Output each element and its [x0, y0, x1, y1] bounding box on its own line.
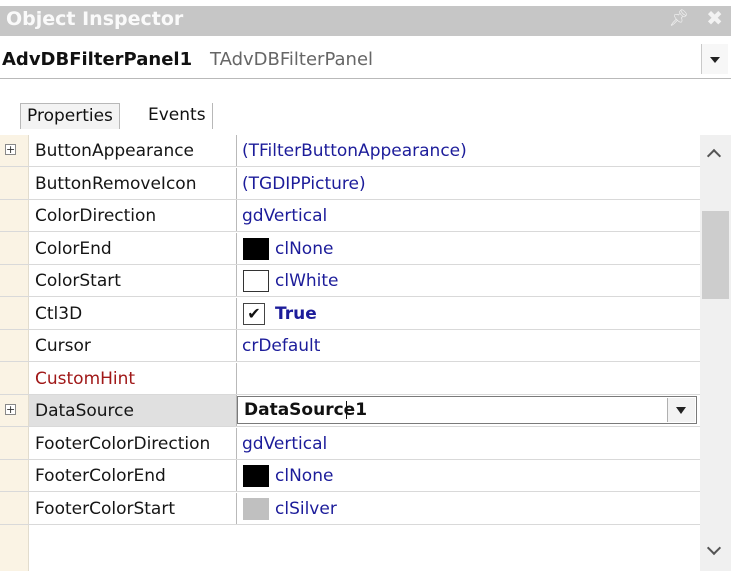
property-value-cell[interactable]: DataSource1 — [237, 395, 700, 426]
property-name-cell[interactable]: FooterColorStart — [29, 492, 237, 524]
property-value-cell[interactable]: clWhite — [237, 265, 700, 296]
property-name: FooterColorStart — [35, 498, 176, 519]
property-name-cell[interactable]: DataSource — [29, 395, 237, 426]
property-value: (TFilterButtonAppearance) — [242, 141, 467, 161]
property-row[interactable]: Cursor crDefault — [0, 330, 700, 362]
pin-icon[interactable]: 📌︎ — [669, 8, 689, 27]
property-name-cell[interactable]: ColorEnd — [29, 232, 237, 264]
object-name: AdvDBFilterPanel1 — [2, 49, 193, 70]
property-value-cell[interactable]: clNone — [237, 460, 700, 491]
property-name-cell[interactable]: ColorStart — [29, 265, 237, 296]
color-swatch — [243, 465, 269, 487]
scroll-thumb[interactable] — [702, 211, 729, 299]
property-name: Ctl3D — [35, 303, 83, 324]
property-value: gdVertical — [242, 206, 328, 226]
vertical-scrollbar[interactable] — [700, 135, 731, 571]
property-row[interactable]: ColorStart clWhite — [0, 265, 700, 297]
property-value: crDefault — [242, 336, 321, 356]
property-value: clWhite — [275, 271, 339, 291]
tab-strip: Properties Events — [0, 79, 731, 129]
property-name-cell[interactable]: FooterColorEnd — [29, 460, 237, 491]
property-name: ColorDirection — [35, 206, 157, 226]
chevron-down-icon[interactable] — [667, 398, 695, 422]
property-name: ColorStart — [35, 271, 121, 291]
property-row[interactable]: Ctl3D ✔ True — [0, 297, 700, 330]
property-row[interactable]: FooterColorEnd clNone — [0, 460, 700, 492]
property-value-cell[interactable]: gdVertical — [237, 200, 700, 231]
title-bar: Object Inspector 📌︎ ✖ — [0, 0, 731, 36]
scroll-down-icon[interactable] — [700, 531, 731, 571]
expand-icon[interactable]: + — [5, 144, 16, 155]
property-value-cell[interactable]: (TFilterButtonAppearance) — [237, 135, 700, 166]
color-swatch — [243, 497, 269, 520]
property-row[interactable]: ButtonRemoveIcon (TGDIPPicture) — [0, 167, 700, 200]
property-name: ColorEnd — [35, 238, 112, 259]
close-icon[interactable]: ✖ — [706, 6, 723, 30]
object-type: TAdvDBFilterPanel — [210, 49, 374, 70]
property-value: clNone — [275, 238, 334, 259]
color-swatch — [243, 237, 269, 260]
object-dropdown-button[interactable] — [701, 44, 728, 74]
tab-events[interactable]: Events — [142, 103, 213, 129]
property-value: clSilver — [275, 498, 337, 519]
combo-value[interactable]: DataSource1 — [244, 400, 367, 420]
property-name: CustomHint — [35, 368, 136, 389]
object-selector[interactable]: AdvDBFilterPanel1 TAdvDBFilterPanel — [0, 40, 731, 79]
property-value-cell[interactable]: clSilver — [237, 493, 700, 524]
property-value-cell[interactable]: (TGDIPPicture) — [237, 168, 700, 199]
checkbox-checked[interactable]: ✔ — [243, 302, 265, 325]
property-row[interactable]: ColorDirection gdVertical — [0, 200, 700, 232]
property-row[interactable]: FooterColorStart clSilver — [0, 492, 700, 525]
property-name-cell[interactable]: CustomHint — [29, 362, 237, 394]
property-name-cell[interactable]: ButtonAppearance — [29, 135, 237, 166]
property-name: Cursor — [35, 336, 91, 356]
property-value-cell[interactable]: crDefault — [237, 330, 700, 361]
property-name: FooterColorDirection — [35, 433, 211, 454]
datasource-combo[interactable]: DataSource1 — [237, 396, 697, 424]
property-value-cell[interactable] — [237, 363, 700, 394]
property-value-cell[interactable]: ✔ True — [237, 298, 700, 329]
property-name: DataSource — [35, 401, 134, 421]
property-row[interactable]: FooterColorDirection gdVertical — [0, 427, 700, 460]
property-name-cell[interactable]: Ctl3D — [29, 297, 237, 329]
scroll-up-icon[interactable] — [700, 135, 731, 175]
property-name-cell[interactable]: FooterColorDirection — [29, 427, 237, 459]
property-row[interactable]: + ButtonAppearance (TFilterButtonAppearanc… — [0, 135, 700, 167]
property-value: clNone — [275, 466, 334, 486]
property-row[interactable]: ColorEnd clNone — [0, 232, 700, 265]
property-value: True — [275, 303, 317, 324]
property-grid: + ButtonAppearance (TFilterButtonAppearanc… — [0, 135, 731, 571]
property-name: FooterColorEnd — [35, 466, 166, 486]
property-value: (TGDIPPicture) — [242, 173, 366, 194]
property-row[interactable]: + DataSource DataSource1 — [0, 395, 700, 427]
property-name-cell[interactable]: ButtonRemoveIcon — [29, 167, 237, 199]
expand-icon[interactable]: + — [5, 404, 16, 415]
text-caret — [346, 401, 347, 419]
property-name-cell[interactable]: Cursor — [29, 330, 237, 361]
window-title: Object Inspector — [6, 8, 184, 30]
property-value: gdVertical — [242, 433, 328, 454]
property-row[interactable]: CustomHint — [0, 362, 700, 395]
property-name-cell[interactable]: ColorDirection — [29, 200, 237, 231]
property-value-cell[interactable]: clNone — [237, 233, 700, 264]
property-name: ButtonRemoveIcon — [35, 173, 197, 194]
property-name: ButtonAppearance — [35, 141, 195, 161]
property-value-cell[interactable]: gdVertical — [237, 428, 700, 459]
color-swatch — [243, 270, 269, 292]
tab-properties[interactable]: Properties — [20, 103, 120, 129]
